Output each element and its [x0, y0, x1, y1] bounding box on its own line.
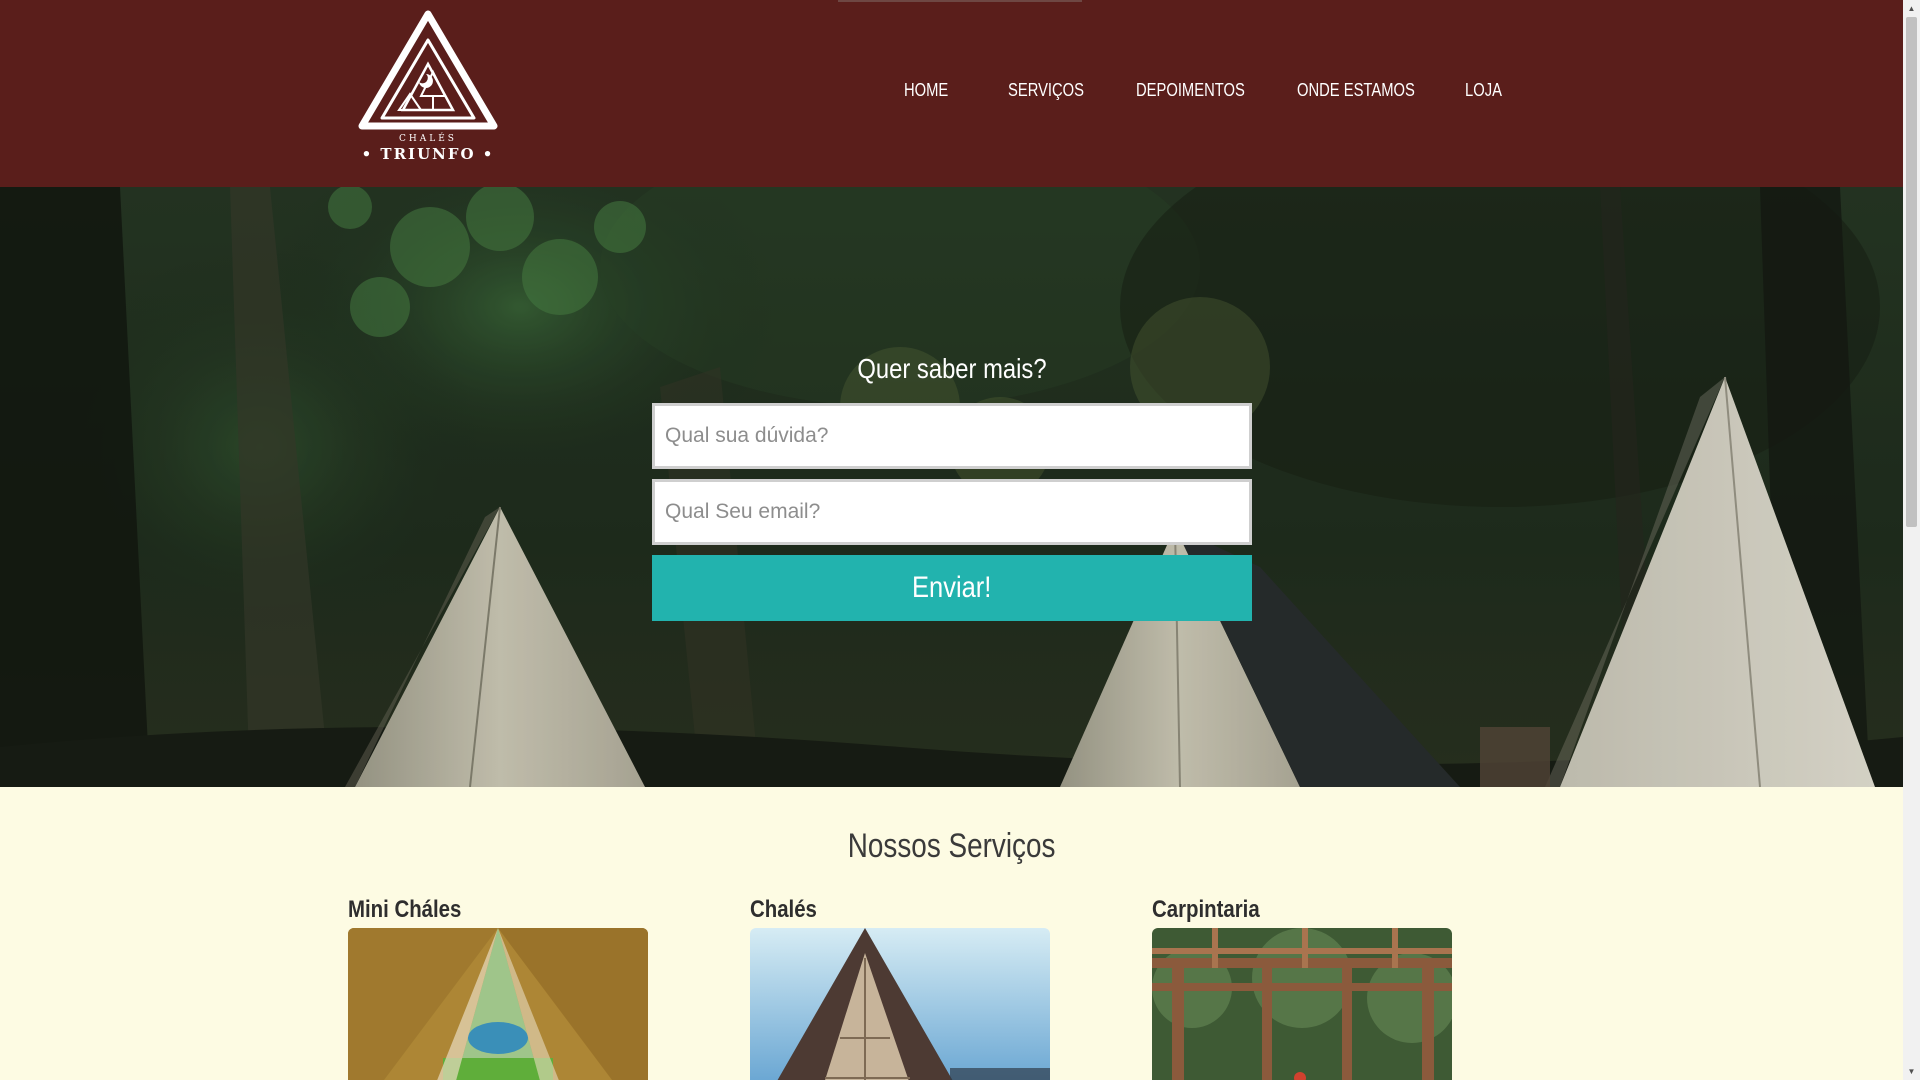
site-header: CHALÉS • TRIUNFO • HOME SERVIÇOS DEPOIME… — [0, 0, 1903, 187]
service-card-carpintaria[interactable]: Carpintaria — [1152, 896, 1452, 1080]
email-input[interactable] — [652, 479, 1252, 545]
logo-subtitle: CHALÉS — [399, 134, 457, 144]
question-input[interactable] — [652, 403, 1252, 469]
service-card-chales[interactable]: Chalés — [750, 896, 1050, 1080]
page-scrollbar[interactable]: ▲ ▼ — [1903, 0, 1920, 1080]
service-card-title: Mini Cháles — [348, 896, 462, 923]
top-strip — [838, 0, 1082, 2]
nav-onde-estamos[interactable]: ONDE ESTAMOS — [1297, 80, 1435, 108]
logo-triangle-icon — [358, 10, 498, 130]
scroll-down-arrow-icon[interactable]: ▼ — [1903, 1063, 1920, 1080]
contact-form-title: Quer saber mais? — [857, 353, 1047, 384]
page: CHALÉS • TRIUNFO • HOME SERVIÇOS DEPOIME… — [0, 0, 1920, 1080]
nav-home[interactable]: HOME — [904, 80, 989, 108]
service-card-mini-chales[interactable]: Mini Cháles — [348, 896, 648, 1080]
chales-image[interactable] — [750, 928, 1050, 1080]
send-button-label: Enviar! — [912, 571, 992, 604]
services-title-text: Nossos Serviços — [848, 827, 1056, 865]
logo-name: • TRIUNFO • — [361, 145, 495, 163]
service-card-title: Chalés — [750, 896, 817, 923]
scroll-thumb[interactable] — [1906, 17, 1917, 527]
send-button[interactable]: Enviar! — [652, 555, 1252, 621]
main-nav: HOME SERVIÇOS DEPOIMENTOS ONDE ESTAMOS L… — [904, 80, 1505, 108]
logo[interactable]: CHALÉS • TRIUNFO • — [355, 10, 501, 163]
carpintaria-image[interactable] — [1152, 928, 1452, 1080]
nav-depoimentos[interactable]: DEPOIMENTOS — [1136, 80, 1268, 108]
nav-servicos[interactable]: SERVIÇOS — [1008, 80, 1113, 108]
mini-chales-image[interactable] — [348, 928, 648, 1080]
scroll-up-arrow-icon[interactable]: ▲ — [1903, 0, 1920, 17]
services-title: Nossos Serviços — [652, 827, 1252, 866]
service-card-title: Carpintaria — [1152, 896, 1260, 923]
nav-loja[interactable]: LOJA — [1465, 80, 1502, 108]
